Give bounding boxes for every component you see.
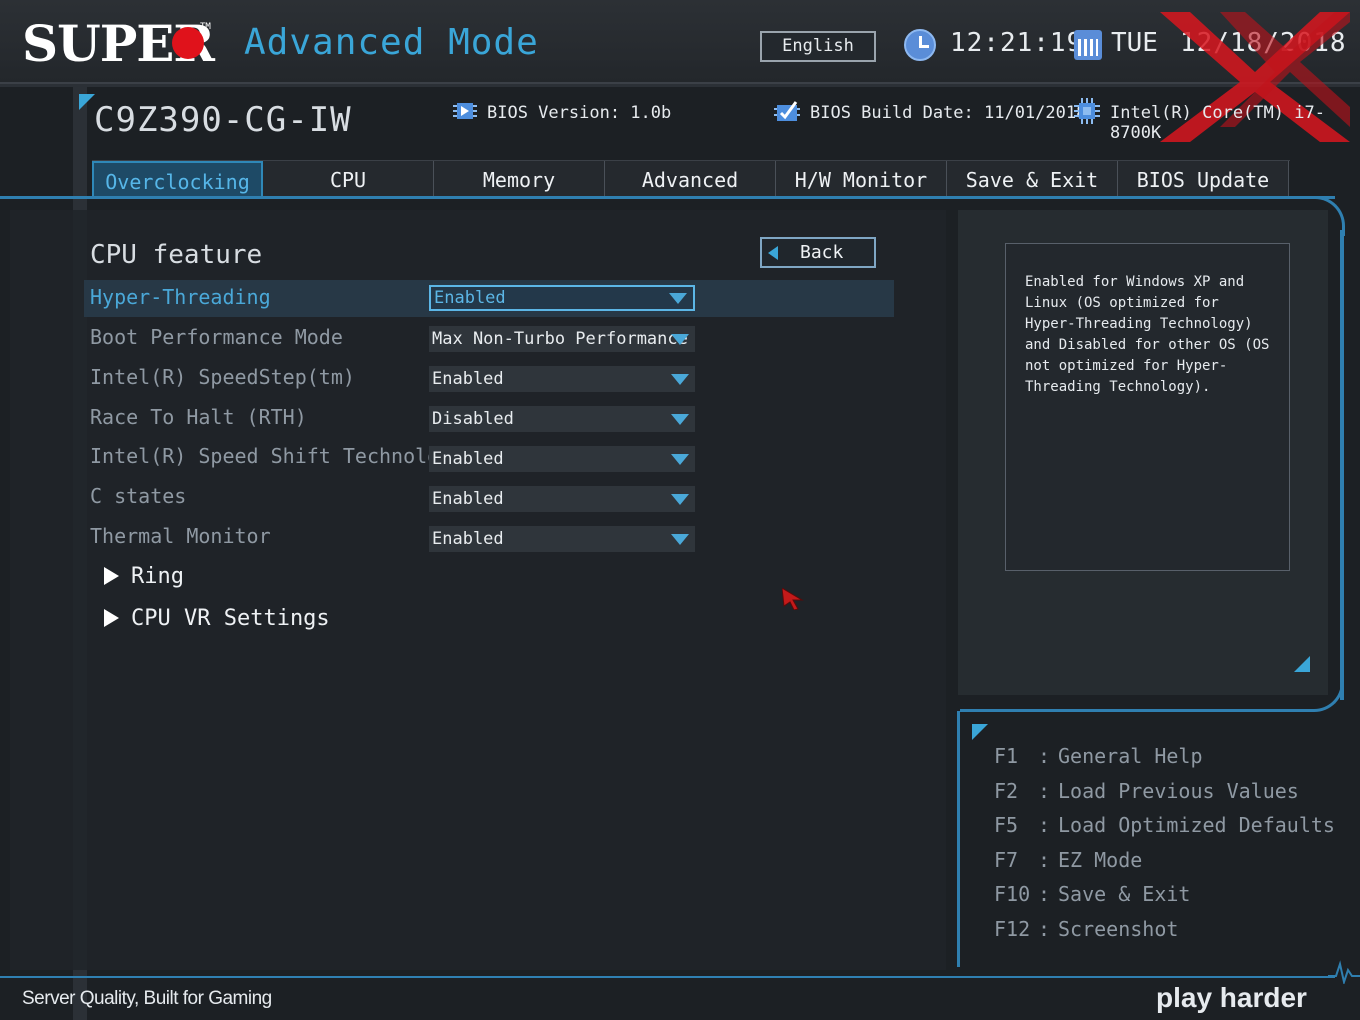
dropdown-arrow-icon — [671, 454, 689, 465]
submenu-arrow-icon — [104, 566, 119, 585]
select-value: Enabled — [432, 529, 504, 549]
select-value: Enabled — [434, 288, 506, 308]
select-speedstep[interactable]: Enabled — [429, 366, 695, 392]
bios-build-date: BIOS Build Date: 11/01/2018 — [810, 103, 1087, 123]
option-label-boot-performance-mode[interactable]: Boot Performance Mode — [90, 325, 343, 349]
hotkey-f2: F2: Load Previous Values — [994, 779, 1299, 803]
hotkeys-border — [957, 711, 960, 967]
hotkey-f5: F5: Load Optimized Defaults — [994, 813, 1335, 837]
hotkey-desc: Load Previous Values — [1058, 779, 1299, 803]
hotkey-key: F1 — [994, 744, 1019, 768]
mode-title: Advanced Mode — [244, 22, 539, 63]
option-label-speed-shift[interactable]: Intel(R) Speed Shift Technology — [90, 444, 463, 468]
hotkey-desc: Screenshot — [1058, 917, 1179, 941]
settings-panel — [10, 210, 946, 970]
logo-trademark: TM — [200, 22, 211, 32]
hotkey-key: F5 — [994, 813, 1019, 837]
submenu-arrow-icon — [104, 608, 119, 627]
cpu-icon — [1074, 98, 1100, 124]
play-harder-logo: play harder — [1156, 982, 1307, 1013]
back-label: Back — [800, 242, 844, 263]
option-label-speedstep[interactable]: Intel(R) SpeedStep(tm) — [90, 365, 355, 389]
main-tabs: Overclocking CPU Memory Advanced H/W Mon… — [92, 160, 1290, 199]
submenu-label: CPU VR Settings — [131, 606, 330, 631]
option-label-c-states[interactable]: C states — [90, 484, 186, 508]
tab-advanced[interactable]: Advanced — [605, 161, 776, 199]
language-button[interactable]: English — [760, 31, 876, 62]
hotkey-desc: EZ Mode — [1058, 848, 1143, 872]
back-arrow-icon — [768, 246, 778, 260]
tab-cpu[interactable]: CPU — [263, 161, 434, 199]
clock-icon — [904, 29, 936, 61]
option-label-race-to-halt[interactable]: Race To Halt (RTH) — [90, 405, 307, 429]
system-day: TUE — [1111, 28, 1158, 58]
hotkey-desc: Save & Exit — [1058, 882, 1191, 906]
hotkey-key: F12 — [994, 917, 1031, 941]
tab-bios-update[interactable]: BIOS Update — [1118, 161, 1289, 199]
select-boot-performance-mode[interactable]: Max Non-Turbo Performance — [429, 326, 695, 352]
select-race-to-halt[interactable]: Disabled — [429, 406, 695, 432]
bios-version: BIOS Version: 1.0b — [487, 103, 672, 123]
hotkey-desc: Load Optimized Defaults — [1058, 813, 1335, 837]
footer-line — [0, 976, 1335, 978]
hotkey-f1: F1: General Help — [994, 744, 1203, 768]
dropdown-arrow-icon — [669, 293, 687, 304]
hotkey-desc: General Help — [1058, 744, 1203, 768]
tab-save-exit[interactable]: Save & Exit — [947, 161, 1118, 199]
frame-right-border — [1340, 230, 1344, 700]
board-model: C9Z390-CG-IW — [94, 100, 352, 140]
help-text: Enabled for Windows XP and Linux (OS opt… — [1025, 274, 1270, 395]
dropdown-arrow-icon — [671, 414, 689, 425]
select-value: Enabled — [432, 489, 504, 509]
system-date[interactable]: 12/18/2018 — [1180, 28, 1347, 58]
hotkey-key: F7 — [994, 848, 1019, 872]
frame-line — [960, 709, 1305, 712]
bios-chip-icon — [453, 103, 477, 119]
hotkey-f12: F12: Screenshot — [994, 917, 1179, 941]
corner-accent — [79, 94, 95, 110]
hotkey-key: F2 — [994, 779, 1019, 803]
mouse-cursor-icon — [782, 588, 804, 610]
pulse-icon — [1328, 960, 1360, 984]
option-label-hyper-threading[interactable]: Hyper-Threading — [90, 285, 271, 309]
select-value: Enabled — [432, 369, 504, 389]
tab-overclocking[interactable]: Overclocking — [92, 161, 263, 199]
select-value: Max Non-Turbo Performance — [432, 329, 688, 349]
page-title: CPU feature — [90, 240, 263, 270]
corner-accent — [972, 724, 988, 740]
select-value: Enabled — [432, 449, 504, 469]
system-time[interactable]: 12:21:19 — [950, 28, 1083, 58]
back-button[interactable]: Back — [760, 237, 876, 268]
footer-tagline: Server Quality, Built for Gaming — [22, 988, 272, 1009]
submenu-cpu-vr-settings[interactable]: CPU VR Settings — [104, 606, 330, 631]
submenu-ring[interactable]: Ring — [104, 564, 184, 589]
dropdown-arrow-icon — [671, 374, 689, 385]
submenu-label: Ring — [131, 564, 184, 589]
hotkey-f7: F7: EZ Mode — [994, 848, 1143, 872]
dropdown-arrow-icon — [671, 494, 689, 505]
select-thermal-monitor[interactable]: Enabled — [429, 526, 695, 552]
hotkey-key: F10 — [994, 882, 1031, 906]
cpu-model: Intel(R) Core(TM) i7-8700K — [1110, 103, 1325, 143]
tab-memory[interactable]: Memory — [434, 161, 605, 199]
select-speed-shift[interactable]: Enabled — [429, 446, 695, 472]
select-hyper-threading[interactable]: Enabled — [429, 285, 695, 311]
select-c-states[interactable]: Enabled — [429, 486, 695, 512]
hotkey-f10: F10: Save & Exit — [994, 882, 1191, 906]
dropdown-arrow-icon — [671, 534, 689, 545]
tab-hw-monitor[interactable]: H/W Monitor — [776, 161, 947, 199]
build-date-icon — [774, 101, 800, 121]
calendar-icon — [1074, 30, 1102, 60]
corner-accent — [1294, 656, 1310, 672]
tab-underline — [0, 196, 1335, 199]
help-text-box: Enabled for Windows XP and Linux (OS opt… — [1005, 243, 1290, 571]
select-value: Disabled — [432, 409, 514, 429]
option-label-thermal-monitor[interactable]: Thermal Monitor — [90, 524, 271, 548]
dropdown-arrow-icon — [671, 334, 689, 345]
